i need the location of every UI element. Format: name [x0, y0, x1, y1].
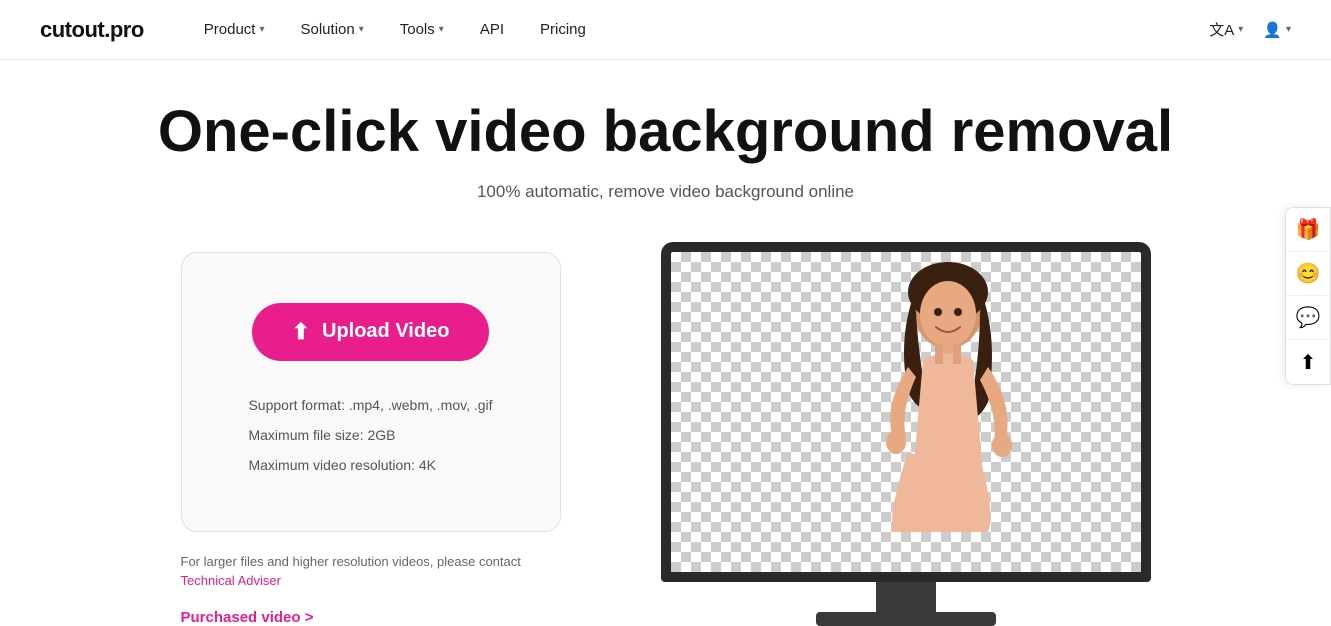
nav-links: Product ▾ Solution ▾ Tools ▾ API Pricing	[204, 21, 1209, 38]
upload-info: Support format: .mp4, .webm, .mov, .gif …	[248, 391, 492, 481]
main-content: One-click video background removal 100% …	[0, 60, 1331, 626]
person-figure	[828, 252, 1088, 572]
logo[interactable]: cutout.pro	[40, 17, 144, 43]
upload-icon: ⬆	[292, 319, 310, 345]
upload-section: ⬆ Upload Video Support format: .mp4, .we…	[181, 252, 561, 626]
monitor-base	[816, 612, 996, 626]
gift-button[interactable]: 🎁	[1286, 208, 1330, 252]
monitor-neck	[876, 582, 936, 612]
language-selector[interactable]: 文A ▾	[1209, 19, 1243, 40]
chevron-down-icon: ▾	[359, 24, 364, 35]
scroll-top-button[interactable]: ⬆	[1286, 340, 1330, 384]
content-row: ⬆ Upload Video Support format: .mp4, .we…	[0, 252, 1331, 626]
upload-box: ⬆ Upload Video Support format: .mp4, .we…	[181, 252, 561, 532]
feedback-button[interactable]: 💬	[1286, 296, 1330, 340]
hero-title: One-click video background removal	[158, 100, 1173, 164]
contact-note: For larger files and higher resolution v…	[181, 552, 561, 591]
nav-item-pricing[interactable]: Pricing	[540, 21, 586, 38]
monitor	[661, 242, 1151, 582]
navigation: cutout.pro Product ▾ Solution ▾ Tools ▾ …	[0, 0, 1331, 60]
monitor-screen	[671, 252, 1141, 572]
nav-item-solution[interactable]: Solution ▾	[301, 21, 364, 38]
nav-item-api[interactable]: API	[480, 21, 504, 38]
nav-item-tools[interactable]: Tools ▾	[400, 21, 444, 38]
side-panel: 🎁 😊 💬 ⬆	[1285, 207, 1331, 385]
purchased-video-link[interactable]: Purchased video >	[181, 609, 314, 626]
monitor-container	[661, 242, 1151, 626]
face-button[interactable]: 😊	[1286, 252, 1330, 296]
chevron-down-icon: ▾	[1286, 24, 1291, 35]
user-menu[interactable]: 👤 ▾	[1263, 21, 1291, 39]
technical-adviser-link[interactable]: Technical Adviser	[181, 573, 281, 588]
hero-subtitle: 100% automatic, remove video background …	[477, 182, 854, 202]
chevron-down-icon: ▾	[259, 24, 264, 35]
upload-video-button[interactable]: ⬆ Upload Video	[252, 303, 490, 361]
chevron-down-icon: ▾	[1238, 24, 1243, 35]
nav-item-product[interactable]: Product ▾	[204, 21, 265, 38]
nav-right: 文A ▾ 👤 ▾	[1209, 19, 1291, 40]
chevron-down-icon: ▾	[439, 24, 444, 35]
